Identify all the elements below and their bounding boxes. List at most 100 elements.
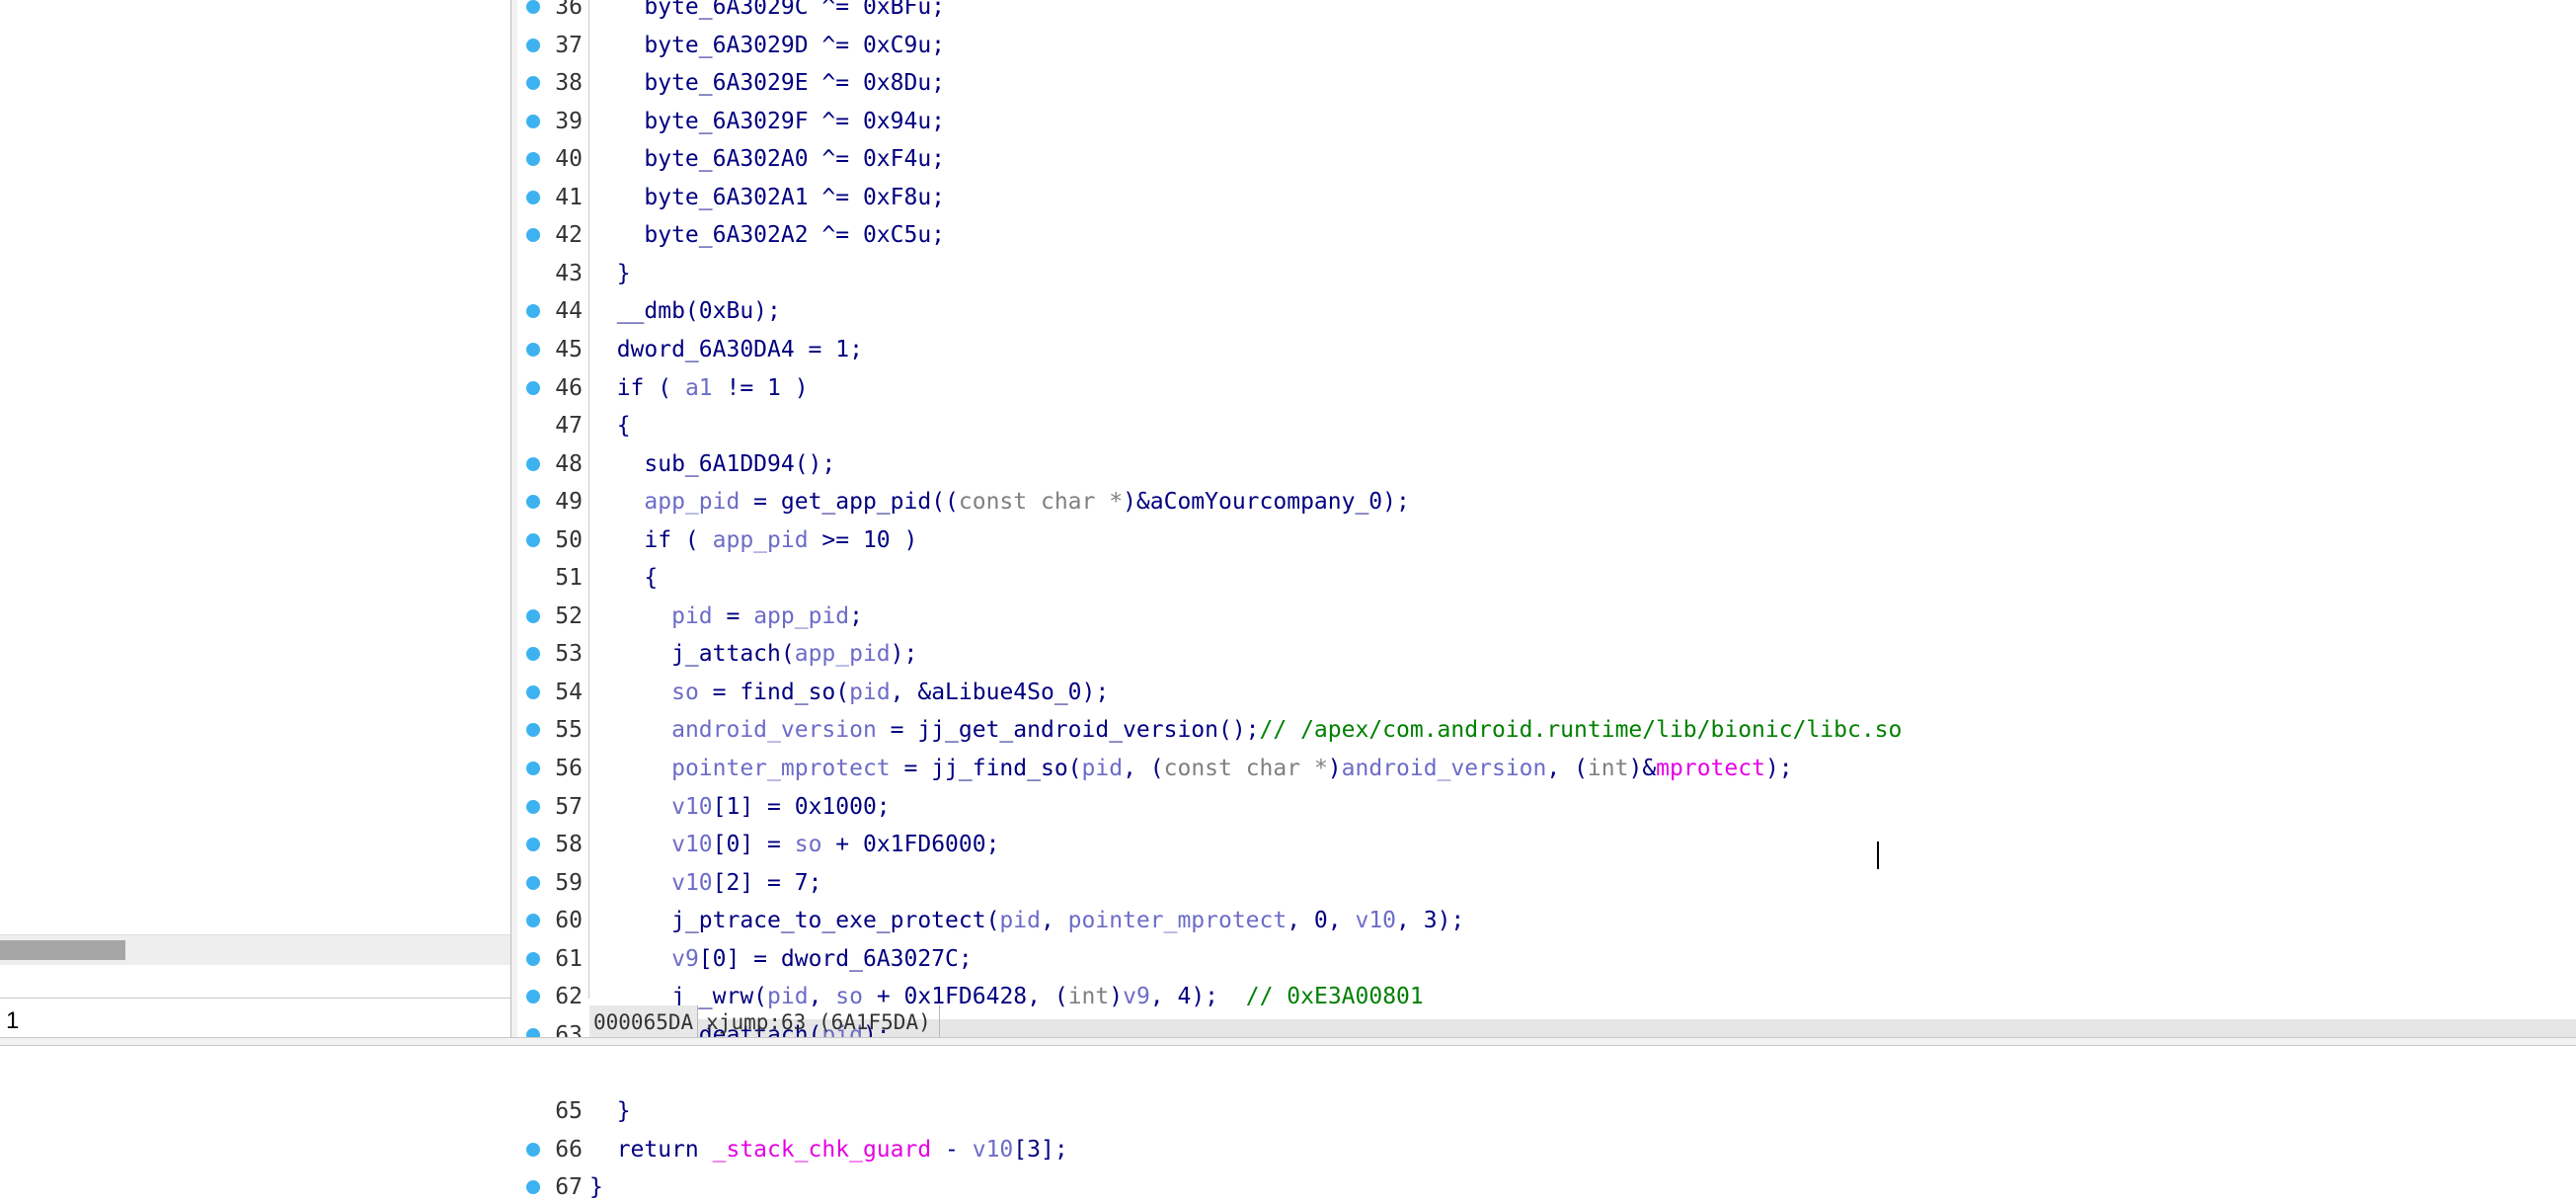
breakpoint-marker-icon[interactable]	[526, 952, 540, 966]
code-line[interactable]: __dmb(0xBu);	[589, 295, 2576, 327]
code-token-var: so	[794, 832, 822, 857]
gutter-row[interactable]: 44	[517, 295, 588, 327]
code-line[interactable]: }	[589, 258, 2576, 289]
code-line[interactable]: byte_6A302A2 ^= 0xC5u;	[589, 219, 2576, 251]
gutter-row[interactable]: 62	[517, 981, 588, 1012]
breakpoint-marker-icon[interactable]	[526, 1143, 540, 1157]
output-window[interactable]	[0, 1045, 2576, 1094]
breakpoint-marker-icon[interactable]	[526, 76, 540, 90]
breakpoint-marker-icon[interactable]	[526, 457, 540, 471]
code-line[interactable]: byte_6A302A0 ^= 0xF4u;	[589, 143, 2576, 175]
code-line[interactable]: byte_6A3029D ^= 0xC9u;	[589, 30, 2576, 61]
code-line[interactable]: v10[0] = so + 0x1FD6000;	[589, 829, 2576, 860]
code-token-kw: const char *	[958, 489, 1124, 515]
code-line[interactable]: return _stack_chk_guard - v10[3];	[589, 1134, 2576, 1165]
breakpoint-marker-icon[interactable]	[526, 762, 540, 775]
code-line[interactable]: so = find_so(pid, &aLibue4So_0);	[589, 677, 2576, 708]
gutter-row[interactable]: 45	[517, 334, 588, 365]
code-line[interactable]: byte_6A3029E ^= 0x8Du;	[589, 67, 2576, 99]
gutter-row[interactable]: 46	[517, 372, 588, 404]
breakpoint-marker-icon[interactable]	[526, 343, 540, 357]
gutter-row[interactable]: 59	[517, 867, 588, 899]
breakpoint-marker-icon[interactable]	[526, 115, 540, 128]
gutter-row[interactable]: 61	[517, 943, 588, 975]
breakpoint-marker-icon[interactable]	[526, 533, 540, 547]
gutter-row[interactable]: 56	[517, 753, 588, 784]
gutter-row[interactable]: 49	[517, 486, 588, 518]
gutter-row[interactable]: 38	[517, 67, 588, 99]
gutter-row[interactable]: 58	[517, 829, 588, 860]
breakpoint-marker-icon[interactable]	[526, 723, 540, 737]
breakpoint-marker-icon[interactable]	[526, 838, 540, 851]
code-line[interactable]: byte_6A3029C ^= 0xBFu;	[589, 0, 2576, 23]
gutter-row[interactable]: 47	[517, 410, 588, 441]
breakpoint-marker-icon[interactable]	[526, 800, 540, 814]
code-token-plain: -	[931, 1137, 973, 1163]
code-token-plain: ,	[1040, 908, 1068, 933]
code-line[interactable]: app_pid = get_app_pid((const char *)&aCo…	[589, 486, 2576, 518]
breakpoint-marker-icon[interactable]	[526, 647, 540, 661]
breakpoint-marker-icon[interactable]	[526, 495, 540, 509]
breakpoint-marker-icon[interactable]	[526, 39, 540, 52]
gutter-row[interactable]: 52	[517, 601, 588, 632]
line-gutter[interactable]: 36 37 38 39 40 41 42 43 44 45 46 47 48 49 50 51 52 53 54 55…	[517, 0, 588, 1200]
line-number-field[interactable]: 1	[6, 1007, 19, 1035]
gutter-row[interactable]: 39	[517, 106, 588, 137]
breakpoint-marker-icon[interactable]	[526, 990, 540, 1003]
left-scrollbar-thumb[interactable]	[0, 940, 125, 960]
breakpoint-marker-icon[interactable]	[526, 1180, 540, 1194]
gutter-row[interactable]: 60	[517, 905, 588, 936]
code-line[interactable]: {	[589, 562, 2576, 594]
breakpoint-marker-icon[interactable]	[526, 152, 540, 166]
breakpoint-marker-icon[interactable]	[526, 228, 540, 242]
code-line[interactable]: pid = app_pid;	[589, 601, 2576, 632]
gutter-row[interactable]: 54	[517, 677, 588, 708]
gutter-row[interactable]: 37	[517, 30, 588, 61]
line-number: 42	[555, 222, 583, 248]
gutter-row[interactable]: 42	[517, 219, 588, 251]
gutter-row[interactable]: 65	[517, 1095, 588, 1127]
code-line[interactable]: j_attach(app_pid);	[589, 638, 2576, 670]
gutter-row[interactable]: 40	[517, 143, 588, 175]
gutter-row[interactable]: 57	[517, 791, 588, 823]
code-line[interactable]: j_ptrace_to_exe_protect(pid, pointer_mpr…	[589, 905, 2576, 936]
breakpoint-marker-icon[interactable]	[526, 304, 540, 318]
code-line[interactable]: }	[589, 1095, 2576, 1127]
gutter-row[interactable]: 48	[517, 448, 588, 480]
gutter-row[interactable]: 43	[517, 258, 588, 289]
code-area[interactable]: byte_6A3029C ^= 0xBFu; byte_6A3029D ^= 0…	[589, 0, 2576, 1200]
code-token-plain: , (	[1123, 756, 1164, 781]
code-line[interactable]: if ( a1 != 1 )	[589, 372, 2576, 404]
code-line[interactable]: byte_6A302A1 ^= 0xF8u;	[589, 182, 2576, 213]
gutter-row[interactable]: 51	[517, 562, 588, 594]
code-line[interactable]: if ( app_pid >= 10 )	[589, 524, 2576, 556]
gutter-row[interactable]: 53	[517, 638, 588, 670]
gutter-row[interactable]: 50	[517, 524, 588, 556]
code-line[interactable]: pointer_mprotect = jj_find_so(pid, (cons…	[589, 753, 2576, 784]
code-token-plain: = jj_get_android_version();	[876, 717, 1260, 743]
code-line[interactable]: sub_6A1DD94();	[589, 448, 2576, 480]
code-line[interactable]: {	[589, 410, 2576, 441]
breakpoint-marker-icon[interactable]	[526, 381, 540, 395]
code-line[interactable]: android_version = jj_get_android_version…	[589, 714, 2576, 746]
left-horizontal-scrollbar[interactable]	[0, 934, 510, 965]
breakpoint-marker-icon[interactable]	[526, 191, 540, 204]
breakpoint-marker-icon[interactable]	[526, 685, 540, 699]
gutter-row[interactable]: 66	[517, 1134, 588, 1165]
code-line[interactable]: v9[0] = dword_6A3027C;	[589, 943, 2576, 975]
code-line[interactable]: byte_6A3029F ^= 0x94u;	[589, 106, 2576, 137]
breakpoint-marker-icon[interactable]	[526, 0, 540, 14]
gutter-row[interactable]: 55	[517, 714, 588, 746]
code-line[interactable]: v10[2] = 7;	[589, 867, 2576, 899]
pseudocode-editor[interactable]: 36 37 38 39 40 41 42 43 44 45 46 47 48 49 50 51 52 53 54 55…	[517, 0, 2576, 1200]
breakpoint-marker-icon[interactable]	[526, 914, 540, 927]
gutter-row[interactable]: 36	[517, 0, 588, 23]
gutter-row[interactable]: 67	[517, 1171, 588, 1203]
breakpoint-marker-icon[interactable]	[526, 876, 540, 890]
code-line[interactable]: }	[589, 1171, 2576, 1203]
gutter-row[interactable]: 41	[517, 182, 588, 213]
breakpoint-marker-icon[interactable]	[526, 609, 540, 623]
code-line[interactable]: dword_6A30DA4 = 1;	[589, 334, 2576, 365]
code-line[interactable]: v10[1] = 0x1000;	[589, 791, 2576, 823]
